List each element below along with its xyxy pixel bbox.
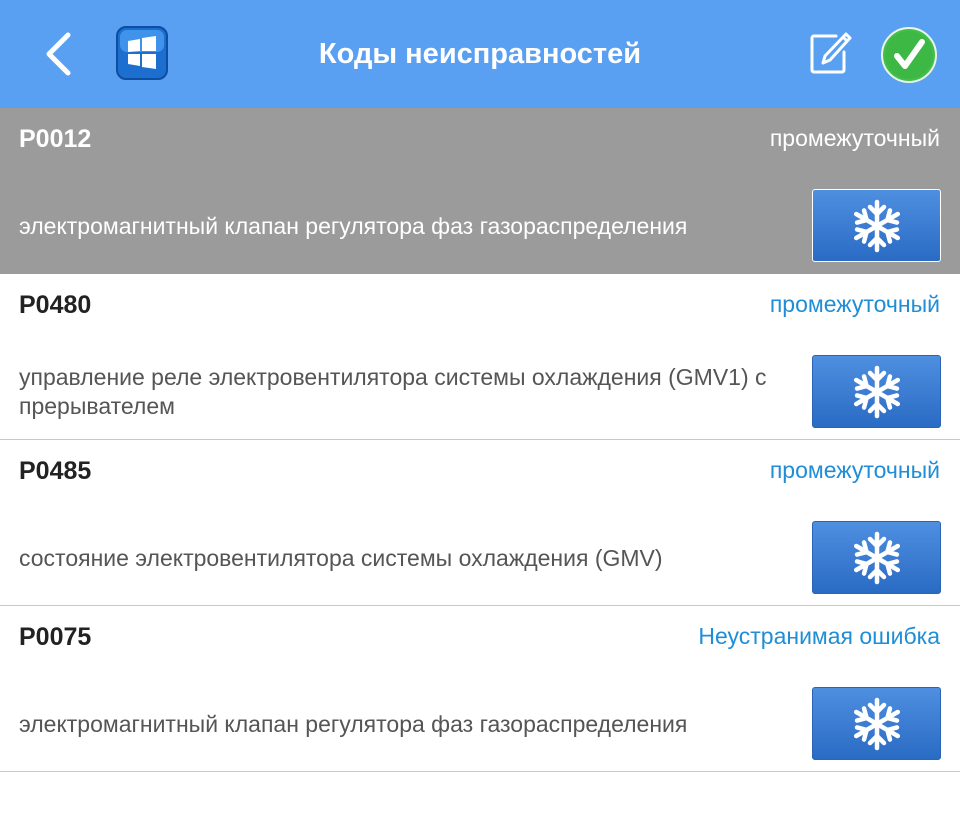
freeze-frame-button[interactable] xyxy=(812,189,941,262)
fault-description: состояние электровентилятора системы охл… xyxy=(19,544,663,571)
snowflake-icon xyxy=(853,531,900,584)
fault-status: промежуточный xyxy=(769,125,940,151)
app-logo-button[interactable] xyxy=(116,26,168,80)
fault-status: промежуточный xyxy=(769,457,940,483)
snowflake-icon xyxy=(853,199,900,252)
fault-status: промежуточный xyxy=(769,291,940,317)
fault-code: P0480 xyxy=(19,291,92,319)
freeze-frame-button[interactable] xyxy=(812,687,941,760)
fault-description: управление реле электровентилятора систе… xyxy=(19,364,767,419)
fault-description-wrap: электромагнитный клапан регулятора фаз г… xyxy=(19,190,779,262)
fault-status: Неустранимая ошибка xyxy=(698,623,940,649)
snowflake-icon xyxy=(853,697,900,750)
fault-description: электромагнитный клапан регулятора фаз г… xyxy=(19,710,688,737)
fault-code: P0012 xyxy=(19,125,92,153)
check-icon xyxy=(881,27,937,83)
edit-icon xyxy=(810,32,852,74)
fault-code: P0485 xyxy=(19,457,92,485)
fault-row[interactable]: P0075 Неустранимая ошибка электромагнитн… xyxy=(0,606,960,772)
fault-code: P0075 xyxy=(19,623,92,651)
freeze-frame-button[interactable] xyxy=(812,355,941,428)
fault-row[interactable]: P0480 промежуточный управление реле элек… xyxy=(0,274,960,440)
back-button[interactable] xyxy=(34,26,86,82)
ok-button[interactable] xyxy=(880,26,938,84)
fault-row[interactable]: P0012 промежуточный электромагнитный кла… xyxy=(0,108,960,274)
fault-row[interactable]: P0485 промежуточный состояние электровен… xyxy=(0,440,960,606)
fault-description-wrap: электромагнитный клапан регулятора фаз г… xyxy=(19,688,779,760)
snowflake-icon xyxy=(853,365,900,418)
page-title: Коды неисправностей xyxy=(318,38,642,70)
chevron-left-icon xyxy=(46,32,71,76)
freeze-frame-button[interactable] xyxy=(812,521,941,594)
header-bar: Коды неисправностей xyxy=(0,0,960,108)
fault-description-wrap: управление реле электровентилятора систе… xyxy=(19,356,779,428)
fault-code-list: P0012 промежуточный электромагнитный кла… xyxy=(0,108,960,772)
fault-description: электромагнитный клапан регулятора фаз г… xyxy=(19,212,688,239)
fault-description-wrap: состояние электровентилятора системы охл… xyxy=(19,522,779,594)
edit-button[interactable] xyxy=(806,30,854,78)
windows-logo-icon xyxy=(116,26,168,80)
